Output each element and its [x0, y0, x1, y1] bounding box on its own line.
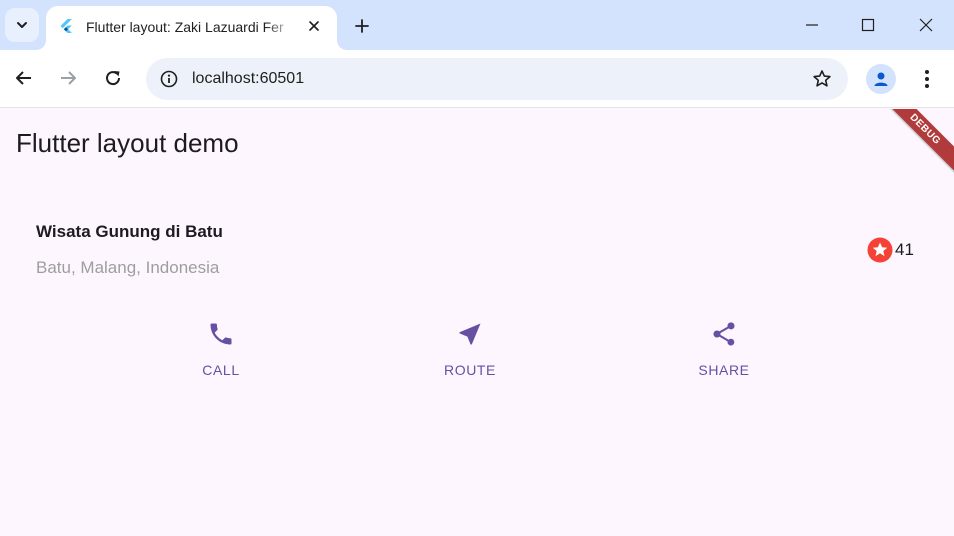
- browser-tabstrip: Flutter layout: Zaki Lazuardi Fer: [0, 0, 954, 50]
- browser-toolbar: localhost:60501: [0, 50, 954, 108]
- tab-close-button[interactable]: [304, 16, 324, 36]
- more-vertical-icon: [925, 70, 929, 88]
- site-info-button[interactable]: [158, 68, 180, 90]
- debug-banner: DEBUG: [880, 109, 954, 175]
- star-icon: [867, 237, 893, 263]
- app-bar-title: Flutter layout demo: [16, 128, 239, 158]
- new-tab-button[interactable]: [348, 12, 376, 40]
- minimize-icon: [806, 24, 818, 26]
- close-window-button[interactable]: [898, 0, 954, 50]
- bookmark-button[interactable]: [810, 67, 834, 91]
- favorite-count: 41: [895, 240, 914, 259]
- route-button[interactable]: ROUTE: [410, 319, 530, 379]
- plus-icon: [355, 19, 369, 33]
- tab-title: Flutter layout: Zaki Lazuardi Fer: [86, 19, 284, 35]
- location-name: Wisata Gunung di Batu: [36, 222, 223, 241]
- address-bar[interactable]: localhost:60501: [146, 58, 848, 100]
- close-icon: [309, 21, 319, 31]
- flutter-app-page: Flutter layout demo DEBUG Wisata Gunung …: [0, 109, 954, 536]
- navigation-icon: [455, 319, 485, 349]
- phone-icon: [206, 319, 236, 349]
- close-icon: [919, 18, 933, 32]
- share-label: SHARE: [698, 362, 750, 378]
- route-label: ROUTE: [444, 362, 496, 378]
- url-text: localhost:60501: [192, 70, 305, 87]
- share-icon: [709, 319, 739, 349]
- minimize-button[interactable]: [784, 0, 840, 50]
- maximize-icon: [861, 18, 875, 32]
- reload-icon: [106, 71, 121, 86]
- chevron-down-icon: [17, 22, 27, 28]
- maximize-button[interactable]: [840, 0, 896, 50]
- flutter-logo-icon: [60, 19, 72, 33]
- reload-button[interactable]: [97, 62, 129, 94]
- arrow-left-icon: [16, 71, 31, 85]
- profile-button[interactable]: [866, 64, 896, 94]
- tab-search-button[interactable]: [5, 8, 39, 42]
- forward-button[interactable]: [52, 62, 84, 94]
- info-icon: [160, 70, 178, 88]
- call-label: CALL: [202, 362, 240, 378]
- person-icon: [874, 72, 888, 86]
- back-button[interactable]: [8, 62, 40, 94]
- browser-tab[interactable]: Flutter layout: Zaki Lazuardi Fer: [36, 6, 347, 50]
- star-outline-icon: [813, 70, 831, 87]
- arrow-right-icon: [61, 71, 76, 85]
- favorite-star[interactable]: [867, 237, 893, 263]
- call-button[interactable]: CALL: [161, 319, 281, 379]
- location-address: Batu, Malang, Indonesia: [36, 258, 220, 277]
- browser-menu-button[interactable]: [914, 64, 940, 94]
- share-button[interactable]: SHARE: [664, 319, 784, 379]
